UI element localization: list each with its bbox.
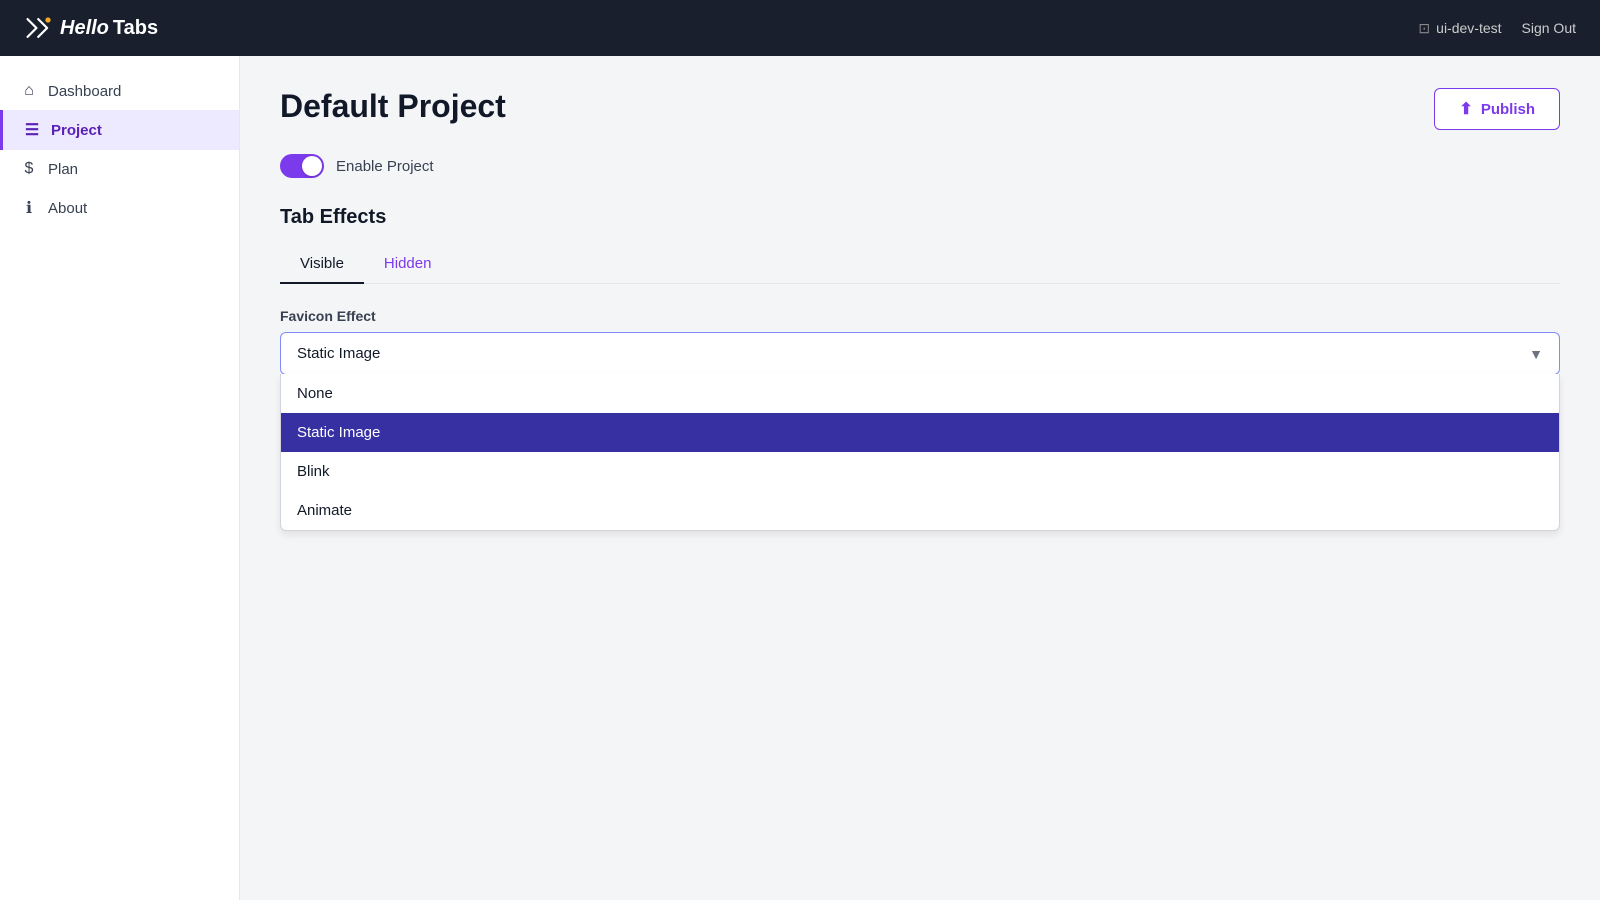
logo-hello: Hello [60, 17, 109, 40]
favicon-effect-value: Static Image [297, 345, 380, 362]
sidebar-label-plan: Plan [48, 161, 78, 178]
page-title: Default Project [280, 88, 506, 125]
favicon-effect-select[interactable]: Static Image ▼ [280, 332, 1560, 375]
nav-right: ⊡ ui-dev-test Sign Out [1418, 20, 1576, 37]
page-header: Default Project ⬆ Publish [280, 88, 1560, 130]
publish-icon: ⬆ [1459, 99, 1472, 119]
option-static-image[interactable]: Static Image [281, 413, 1559, 452]
tab-effects-title: Tab Effects [280, 206, 1560, 229]
sidebar-label-project: Project [51, 122, 102, 139]
plan-icon: $ [20, 160, 38, 178]
sidebar-item-dashboard[interactable]: ⌂ Dashboard [0, 72, 239, 110]
enable-project-row: Enable Project [280, 154, 1560, 178]
sidebar-item-about[interactable]: ℹ About [0, 188, 239, 228]
logo-tabs: Tabs [113, 17, 158, 40]
sign-out-button[interactable]: Sign Out [1522, 20, 1576, 36]
option-animate[interactable]: Animate [281, 491, 1559, 530]
home-icon: ⌂ [20, 82, 38, 100]
info-icon: ℹ [20, 198, 38, 218]
publish-button[interactable]: ⬆ Publish [1434, 88, 1560, 130]
option-none[interactable]: None [281, 374, 1559, 413]
sidebar-item-project[interactable]: ☰ Project [0, 110, 239, 150]
enable-project-label: Enable Project [336, 158, 434, 175]
project-icon: ☰ [23, 120, 41, 140]
sidebar-label-about: About [48, 200, 87, 217]
username: ui-dev-test [1436, 20, 1501, 36]
layout: ⌂ Dashboard ☰ Project $ Plan ℹ About Def… [0, 56, 1600, 900]
logo: HelloTabs [24, 12, 158, 44]
favicon-effect-label: Favicon Effect [280, 308, 1560, 324]
favicon-effect-select-wrapper: Static Image ▼ None Static Image Blink A… [280, 332, 1560, 375]
monitor-icon: ⊡ [1418, 20, 1430, 37]
tab-hidden[interactable]: Hidden [364, 245, 452, 284]
publish-label: Publish [1481, 101, 1535, 118]
enable-project-toggle[interactable] [280, 154, 324, 178]
toggle-knob [302, 156, 322, 176]
main-content: Default Project ⬆ Publish Enable Project… [240, 56, 1600, 900]
top-nav: HelloTabs ⊡ ui-dev-test Sign Out [0, 0, 1600, 56]
sidebar-item-plan[interactable]: $ Plan [0, 150, 239, 188]
option-blink[interactable]: Blink [281, 452, 1559, 491]
favicon-effect-dropdown: None Static Image Blink Animate [280, 374, 1560, 531]
sidebar-label-dashboard: Dashboard [48, 83, 121, 100]
nav-user: ⊡ ui-dev-test [1418, 20, 1501, 37]
tab-visible[interactable]: Visible [280, 245, 364, 284]
tabs-row: Visible Hidden [280, 245, 1560, 284]
chevron-down-icon: ▼ [1529, 346, 1543, 362]
sidebar: ⌂ Dashboard ☰ Project $ Plan ℹ About [0, 56, 240, 900]
